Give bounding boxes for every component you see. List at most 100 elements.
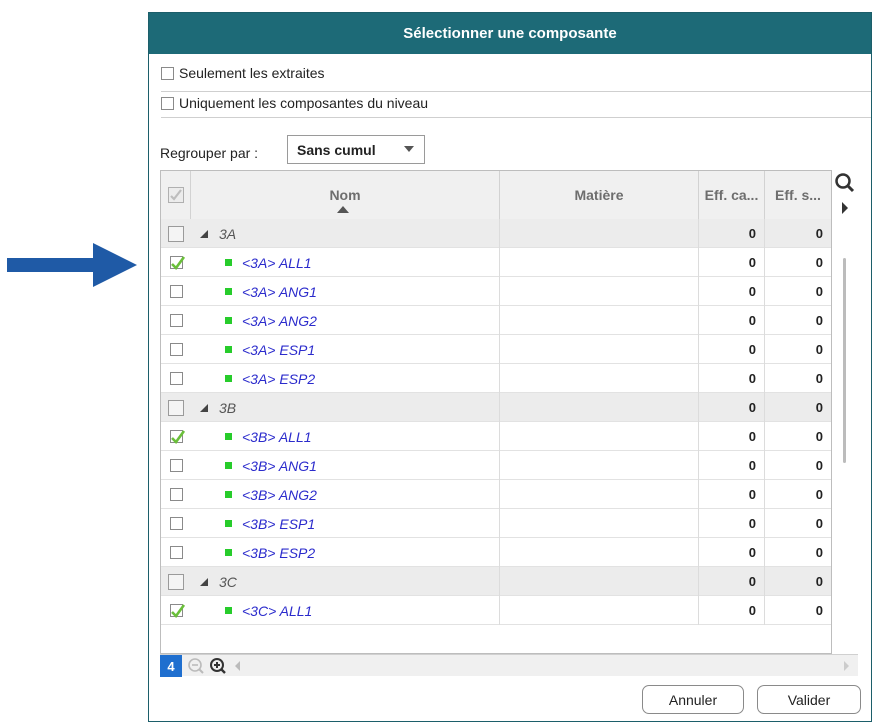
row-checkbox-cell[interactable] (161, 364, 191, 393)
row-checkbox[interactable] (169, 517, 183, 530)
nom-cell: 3A (191, 219, 500, 248)
row-checkbox-cell[interactable] (161, 451, 191, 480)
only-extracted-checkbox[interactable] (161, 66, 174, 80)
row-checkbox[interactable] (169, 546, 183, 559)
row-checkbox[interactable] (169, 343, 183, 356)
nom-cell: <3B> ESP1 (191, 509, 500, 538)
component-marker-icon (225, 288, 232, 295)
table-row[interactable]: <3A> ESP1 0 0 (161, 335, 831, 364)
cancel-button[interactable]: Annuler (642, 685, 744, 714)
group-row[interactable]: 3B 0 0 (161, 393, 831, 422)
row-checkbox[interactable] (169, 430, 185, 444)
component-marker-icon (225, 346, 232, 353)
collapse-triangle-icon[interactable] (200, 577, 208, 586)
row-checkbox[interactable] (169, 488, 183, 501)
expand-columns-icon[interactable] (832, 198, 857, 218)
eff-s-cell: 0 (815, 458, 823, 473)
group-by-select[interactable]: Sans cumul (287, 135, 425, 164)
row-checkbox-cell[interactable] (161, 393, 191, 422)
row-checkbox-cell[interactable] (161, 596, 191, 625)
eff-ca-cell: 0 (699, 480, 765, 509)
scroll-left-icon[interactable] (232, 656, 244, 676)
table-row[interactable]: <3A> ANG2 0 0 (161, 306, 831, 335)
zoom-out-icon[interactable] (186, 656, 206, 676)
row-checkbox[interactable] (169, 372, 183, 385)
group-row[interactable]: 3C 0 0 (161, 567, 831, 596)
eff-ca-cell: 0 (699, 567, 765, 596)
table-row[interactable]: <3C> ALL1 0 0 (161, 596, 831, 625)
row-checkbox-cell[interactable] (161, 480, 191, 509)
row-checkbox-cell[interactable] (161, 509, 191, 538)
eff-s-cell: 0 (815, 255, 823, 270)
table-row[interactable]: <3B> ESP2 0 0 (161, 538, 831, 567)
row-checkbox-cell[interactable] (161, 335, 191, 364)
only-level-label: Uniquement les composantes du niveau (179, 95, 429, 111)
only-level-option[interactable]: Uniquement les composantes du niveau (161, 95, 428, 111)
nom-cell: <3A> ALL1 (191, 248, 500, 277)
collapse-triangle-icon[interactable] (200, 229, 208, 238)
eff-ca-cell: 0 (699, 393, 765, 422)
matiere-cell (500, 306, 699, 335)
row-checkbox[interactable] (169, 256, 185, 270)
component-marker-icon (225, 462, 232, 469)
eff-ca-cell: 0 (699, 248, 765, 277)
nom-cell: 3B (191, 393, 500, 422)
zoom-in-icon[interactable] (208, 656, 228, 676)
row-checkbox[interactable] (168, 573, 184, 590)
selection-count-badge: 4 (160, 655, 182, 677)
row-checkbox-cell[interactable] (161, 277, 191, 306)
vertical-scrollbar[interactable] (832, 218, 857, 654)
group-row[interactable]: 3A 0 0 (161, 219, 831, 248)
matiere-cell (500, 509, 699, 538)
matiere-cell (500, 567, 699, 596)
row-checkbox[interactable] (169, 314, 183, 327)
select-all-cell[interactable] (161, 171, 191, 219)
scroll-right-icon[interactable] (840, 656, 852, 676)
row-checkbox-cell[interactable] (161, 422, 191, 451)
row-checkbox[interactable] (169, 604, 185, 618)
table-row[interactable]: <3A> ANG1 0 0 (161, 277, 831, 306)
column-header-eff-ca[interactable]: Eff. ca... (699, 171, 765, 219)
row-checkbox[interactable] (168, 399, 184, 416)
eff-s-cell: 0 (815, 487, 823, 502)
column-header-matiere[interactable]: Matière (500, 171, 699, 219)
table-side-tools (832, 170, 857, 654)
row-checkbox-cell[interactable] (161, 248, 191, 277)
row-checkbox[interactable] (169, 285, 183, 298)
table-row[interactable]: <3B> ALL1 0 0 (161, 422, 831, 451)
nom-cell: <3A> ESP1 (191, 335, 500, 364)
nom-cell: <3B> ANG2 (191, 480, 500, 509)
validate-button[interactable]: Valider (757, 685, 861, 714)
only-level-checkbox[interactable] (161, 96, 174, 110)
group-name: 3C (219, 573, 237, 590)
group-by-value: Sans cumul (297, 141, 376, 158)
table-row[interactable]: <3B> ANG1 0 0 (161, 451, 831, 480)
eff-s-cell: 0 (815, 574, 823, 589)
scrollbar-thumb[interactable] (843, 258, 846, 463)
row-checkbox-cell[interactable] (161, 219, 191, 248)
matiere-cell (500, 219, 699, 248)
collapse-triangle-icon[interactable] (200, 403, 208, 412)
select-all-checkbox[interactable] (167, 187, 184, 203)
row-checkbox-cell[interactable] (161, 538, 191, 567)
eff-ca-cell: 0 (699, 422, 765, 451)
table-row[interactable]: <3A> ESP2 0 0 (161, 364, 831, 393)
nom-cell: <3B> ALL1 (191, 422, 500, 451)
column-header-eff-s[interactable]: Eff. s... (765, 171, 831, 219)
sort-ascending-icon (337, 206, 349, 213)
eff-s-cell: 0 (815, 226, 823, 241)
row-checkbox-cell[interactable] (161, 306, 191, 335)
dialog-title: Sélectionner une composante (149, 13, 871, 54)
table-row[interactable]: <3B> ANG2 0 0 (161, 480, 831, 509)
table-header: Nom Matière Eff. ca... Eff. s... (161, 171, 831, 220)
table-row[interactable]: <3B> ESP1 0 0 (161, 509, 831, 538)
only-extracted-option[interactable]: Seulement les extraites (161, 65, 325, 81)
table-row[interactable]: <3A> ALL1 0 0 (161, 248, 831, 277)
row-checkbox-cell[interactable] (161, 567, 191, 596)
row-checkbox[interactable] (169, 459, 183, 472)
component-marker-icon (225, 549, 232, 556)
matiere-cell (500, 480, 699, 509)
row-checkbox[interactable] (168, 225, 184, 242)
search-icon[interactable] (832, 170, 857, 196)
component-marker-icon (225, 317, 232, 324)
